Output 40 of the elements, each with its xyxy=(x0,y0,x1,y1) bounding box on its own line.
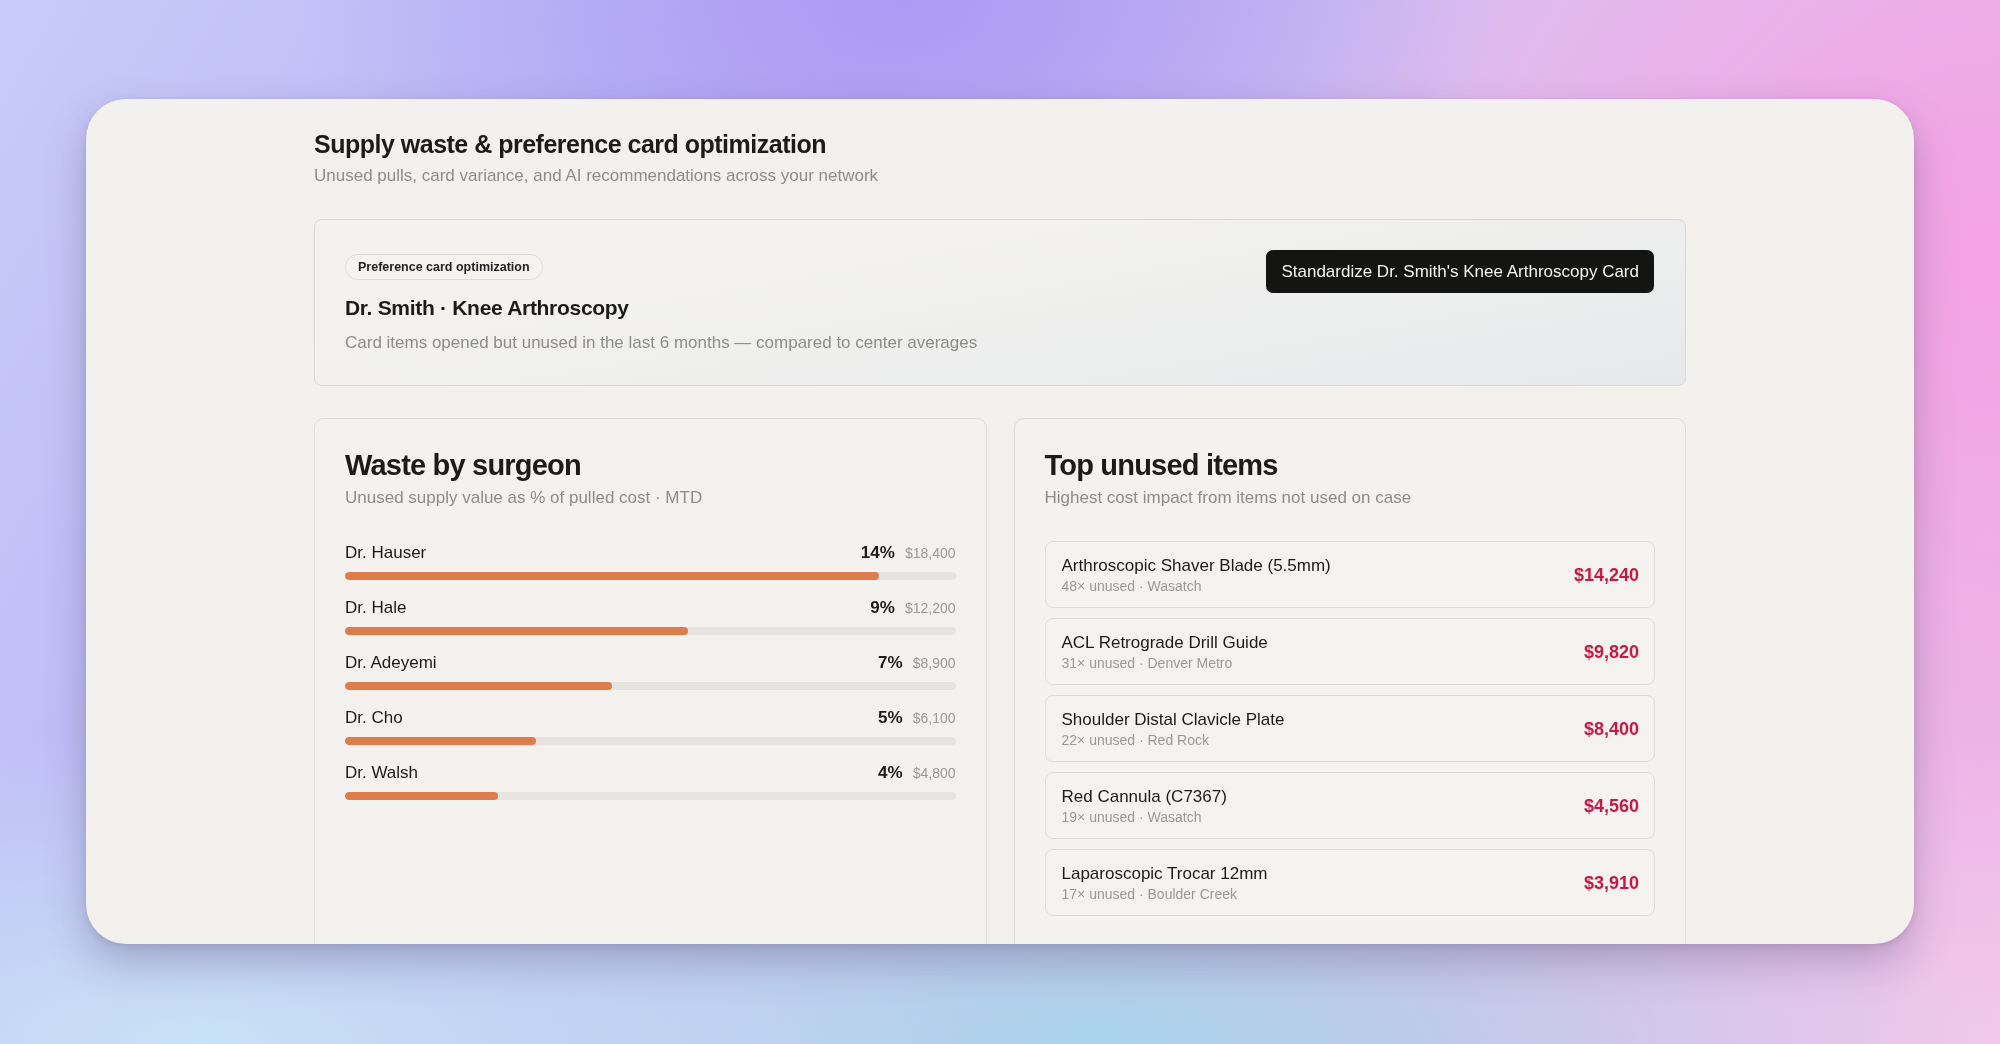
page-subtitle: Unused pulls, card variance, and AI recommendations across your network xyxy=(314,165,880,187)
item-detail: 31× unused · Denver Metro xyxy=(1061,653,1233,672)
card-subtitle: Unused supply value as % of pulled cost · MTD xyxy=(345,487,704,509)
standardize-button[interactable]: Standardize Dr. Smith's Knee Arthroscopy Card xyxy=(1266,250,1654,293)
waste-amount: $18,400 xyxy=(904,544,956,562)
item-detail: 17× unused · Boulder Creek xyxy=(1061,884,1237,903)
card-title: Waste by surgeon xyxy=(345,448,582,483)
item-cost: $8,400 xyxy=(1583,717,1639,740)
waste-amount: $8,900 xyxy=(912,654,956,672)
item-cost: $14,240 xyxy=(1573,563,1639,586)
surgeon-name: Dr. Adeyemi xyxy=(345,652,437,674)
surgeon-name: Dr. Hale xyxy=(345,597,407,619)
waste-amount: $4,800 xyxy=(912,764,956,782)
waste-percent: 9% xyxy=(870,597,895,619)
banner-description: Card items opened but unused in the last 6 months — compared to center averages xyxy=(345,332,978,354)
waste-percent: 5% xyxy=(878,707,903,729)
item-name: ACL Retrograde Drill Guide xyxy=(1061,631,1268,654)
card-title: Top unused items xyxy=(1044,448,1279,483)
surgeon-name: Dr. Cho xyxy=(345,707,403,729)
surgeon-name: Dr. Hauser xyxy=(345,542,427,564)
item-cost: $9,820 xyxy=(1583,640,1639,663)
card-subtitle: Highest cost impact from items not used on case xyxy=(1044,487,1413,509)
waste-amount: $6,100 xyxy=(912,709,956,727)
category-tag: Preference card optimization xyxy=(345,254,543,280)
surgeon-name: Dr. Walsh xyxy=(345,762,419,784)
waste-percent: 14% xyxy=(860,542,895,564)
item-cost: $4,560 xyxy=(1583,794,1639,817)
item-name: Red Cannula (C7367) xyxy=(1061,785,1227,808)
item-name: Laparoscopic Trocar 12mm xyxy=(1061,862,1268,885)
item-cost: $3,910 xyxy=(1583,871,1639,894)
item-name: Arthroscopic Shaver Blade (5.5mm) xyxy=(1061,554,1331,577)
waste-percent: 4% xyxy=(878,762,903,784)
waste-amount: $12,200 xyxy=(904,599,956,617)
item-detail: 19× unused · Wasatch xyxy=(1061,807,1202,826)
item-detail: 48× unused · Wasatch xyxy=(1061,576,1202,595)
page-title: Supply waste & preference card optimization xyxy=(314,129,827,160)
banner-title: Dr. Smith · Knee Arthroscopy xyxy=(345,295,629,321)
item-detail: 22× unused · Red Rock xyxy=(1061,730,1209,749)
item-name: Shoulder Distal Clavicle Plate xyxy=(1061,708,1285,731)
waste-percent: 7% xyxy=(878,652,903,674)
